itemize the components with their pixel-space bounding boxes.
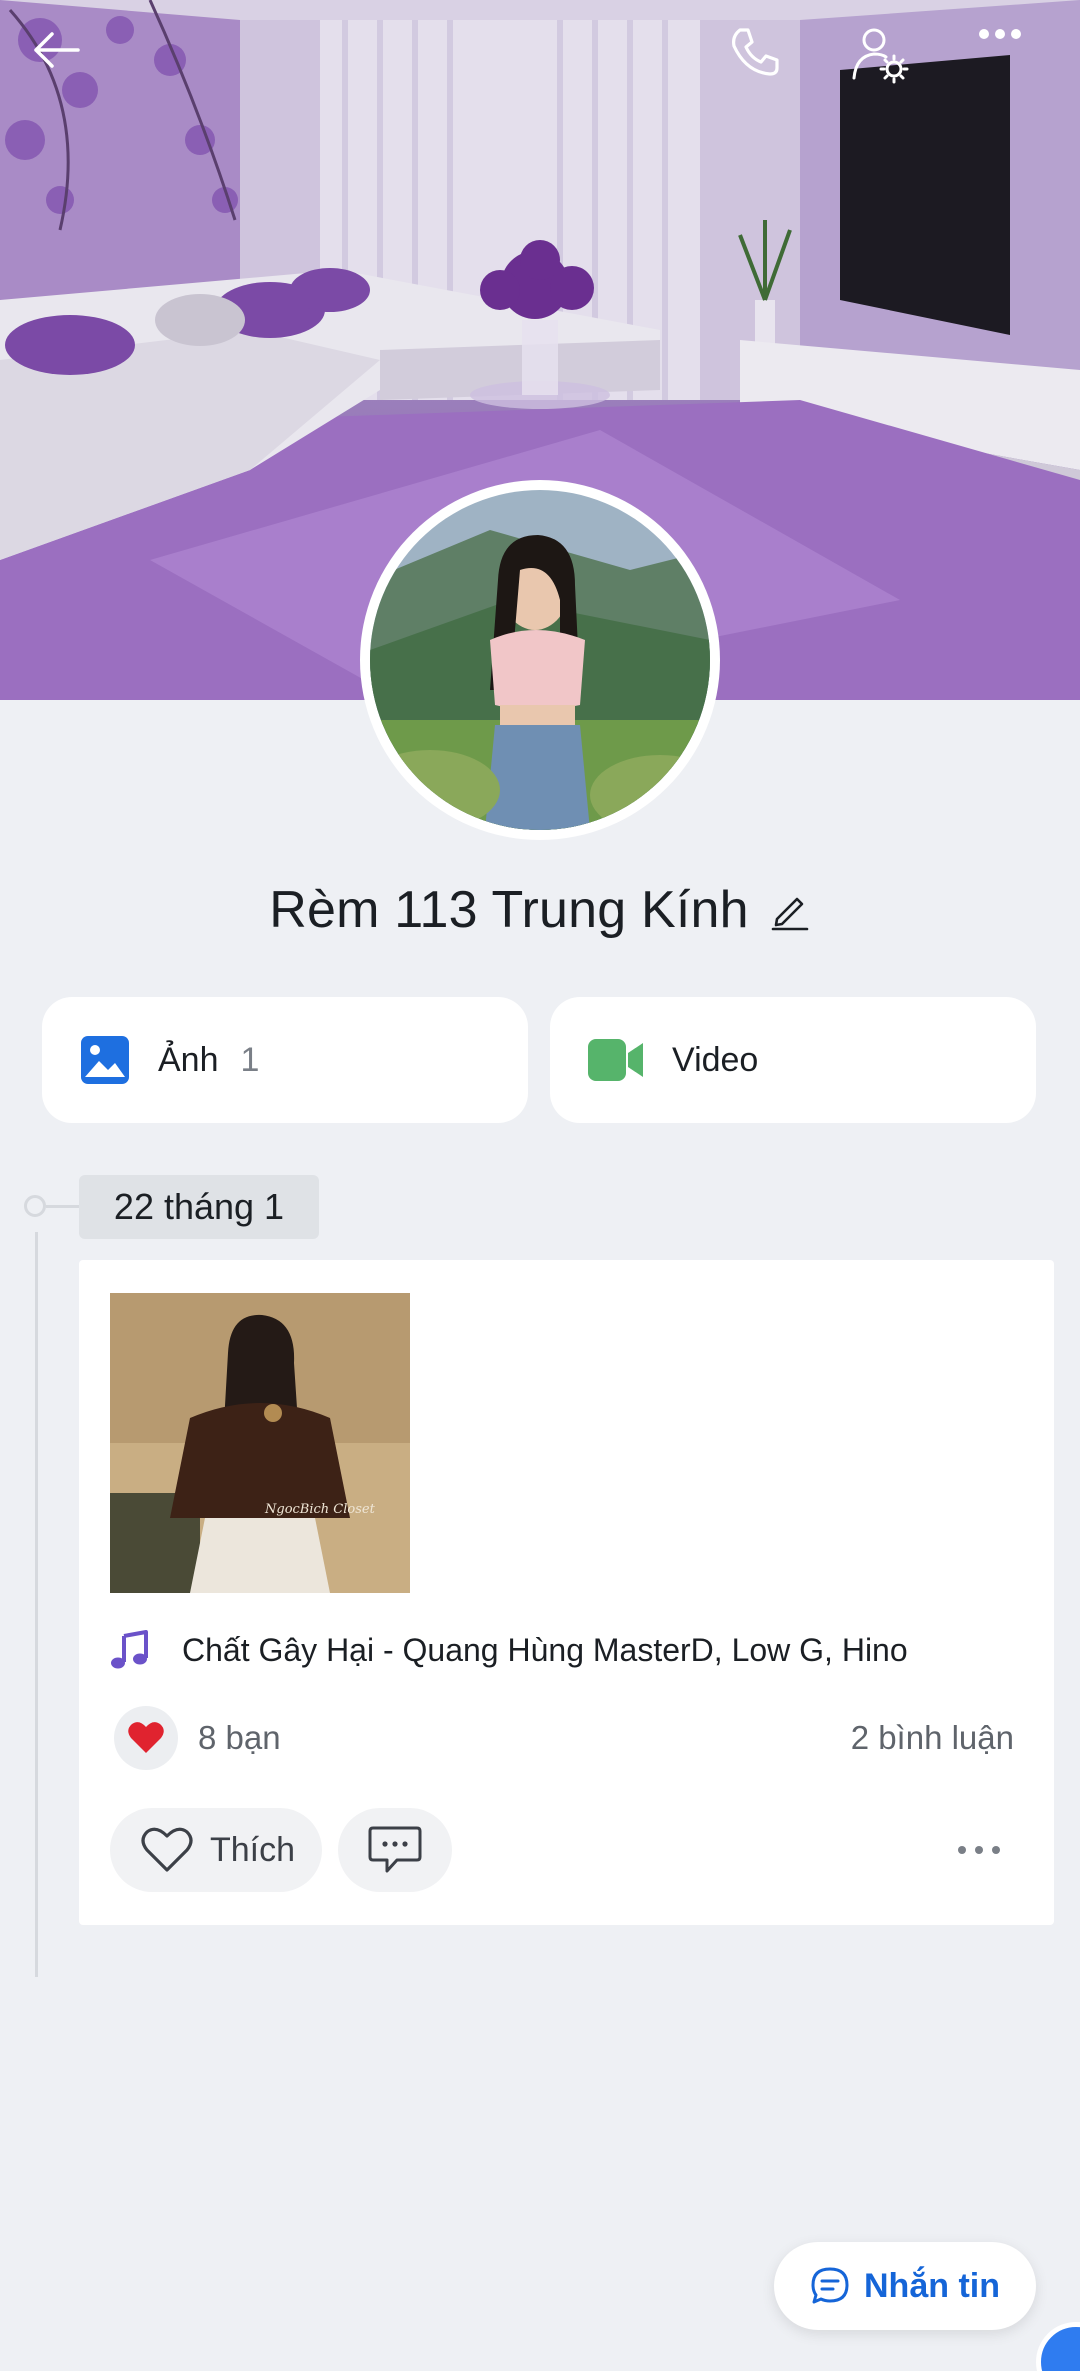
profile-name-row: Rèm 113 Trung Kính — [0, 870, 1080, 950]
videos-label: Video — [672, 1040, 759, 1079]
chat-bubble-icon — [811, 2267, 849, 2304]
call-button[interactable] — [726, 24, 806, 104]
heart-outline-icon — [141, 1827, 193, 1872]
more-dot — [958, 1846, 966, 1854]
comment-count[interactable]: 2 bình luận — [851, 1719, 1014, 1757]
like-label: Thích — [210, 1830, 296, 1869]
like-button[interactable]: Thích — [110, 1808, 322, 1892]
timeline-connector — [46, 1205, 79, 1208]
edit-pencil-icon[interactable] — [769, 889, 811, 931]
photos-count: 1 — [240, 1040, 260, 1079]
timeline-date: 22 tháng 1 — [79, 1175, 319, 1239]
reaction-count[interactable]: 8 bạn — [198, 1719, 281, 1757]
more-dot — [992, 1846, 1000, 1854]
avatar[interactable] — [360, 480, 720, 840]
profile-name: Rèm 113 Trung Kính — [269, 881, 749, 939]
post-photo[interactable]: NgocBich Closet — [110, 1293, 410, 1593]
timeline-dot — [24, 1195, 46, 1217]
back-arrow-icon — [34, 32, 80, 68]
more-options-button[interactable] — [976, 24, 1056, 104]
more-icon — [979, 29, 1021, 39]
timeline-line — [35, 1232, 38, 1977]
heart-reaction-badge[interactable] — [114, 1706, 178, 1770]
message-label: Nhắn tin — [864, 2266, 1000, 2305]
photo-icon — [81, 1036, 129, 1084]
message-button[interactable]: Nhắn tin — [774, 2242, 1036, 2330]
music-title: Chất Gây Hại - Quang Hùng MasterD, Low G… — [182, 1631, 908, 1668]
post-more-button[interactable] — [939, 1828, 1019, 1872]
videos-tile[interactable]: Video — [550, 997, 1036, 1123]
comment-button[interactable] — [338, 1808, 452, 1892]
music-row[interactable]: Chất Gây Hại - Quang Hùng MasterD, Low G… — [110, 1625, 908, 1675]
more-dot — [975, 1846, 983, 1854]
photos-tile[interactable]: Ảnh 1 — [42, 997, 528, 1123]
user-settings-icon — [852, 28, 909, 84]
post-image: NgocBich Closet — [110, 1293, 410, 1593]
post-image-watermark: NgocBich Closet — [264, 1502, 376, 1517]
user-settings-button[interactable] — [850, 24, 930, 104]
phone-icon — [732, 28, 779, 76]
heart-icon — [128, 1722, 164, 1753]
avatar-image — [370, 490, 710, 830]
comment-icon — [368, 1826, 422, 1873]
back-button[interactable] — [30, 24, 110, 104]
video-icon — [588, 1039, 643, 1081]
photos-label: Ảnh — [158, 1040, 219, 1079]
post-card: NgocBich Closet Chất Gây Hại - Quang Hùn… — [79, 1260, 1054, 1925]
floating-chat-bubble[interactable] — [1036, 2322, 1080, 2371]
reaction-row: 8 bạn 2 bình luận — [114, 1705, 1014, 1771]
music-note-icon — [111, 1630, 148, 1669]
